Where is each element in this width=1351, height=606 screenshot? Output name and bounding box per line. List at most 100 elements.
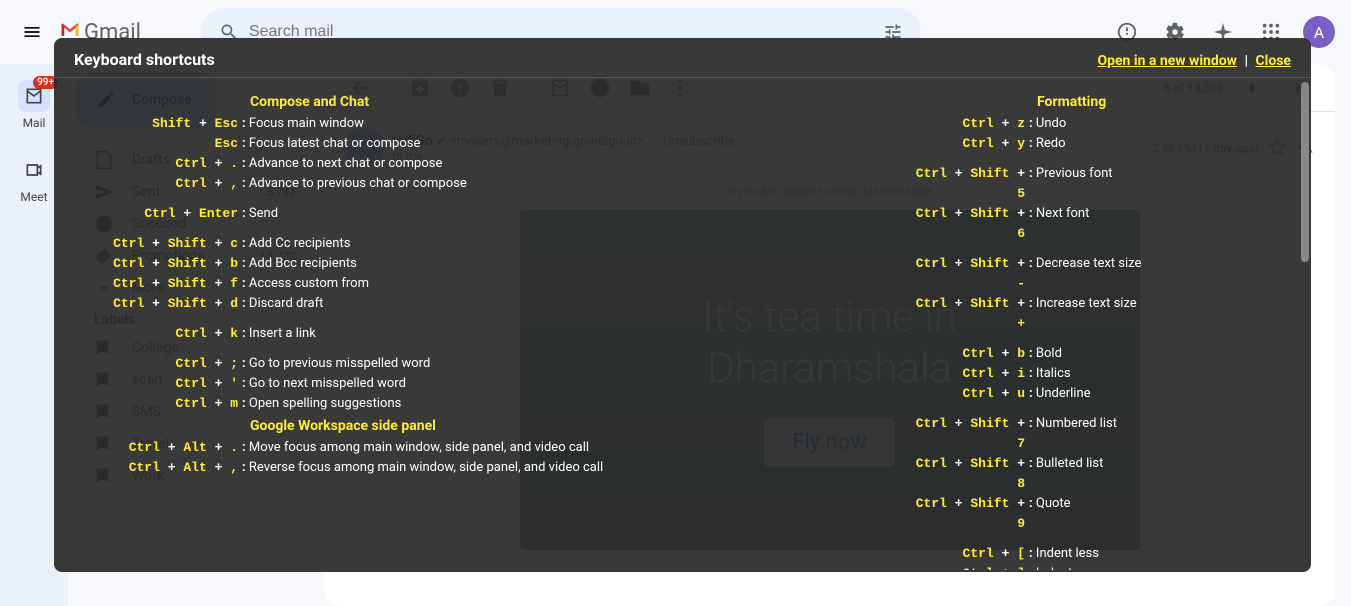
dialog-title: Keyboard shortcuts	[74, 50, 215, 69]
shortcut-row: Ctrl + .Advance to next chat or compose	[54, 154, 674, 174]
shortcut-description: Go to next misspelled word	[238, 374, 406, 394]
shortcuts-column-right: FormattingCtrl + zUndoCtrl + yRedoCtrl +…	[907, 90, 1287, 570]
shortcut-key: Ctrl + u	[907, 384, 1025, 404]
shortcut-key: Ctrl + k	[54, 324, 238, 344]
shortcut-row: EscFocus latest chat or compose	[54, 134, 674, 154]
shortcut-row: Ctrl + Alt + ,Reverse focus among main w…	[54, 458, 674, 478]
dialog-scrollbar[interactable]	[1301, 82, 1309, 262]
main-menu-button[interactable]	[8, 8, 56, 56]
shortcut-row: Ctrl + Shift + -Decrease text size	[907, 254, 1287, 294]
shortcut-row: Ctrl + uUnderline	[907, 384, 1287, 404]
shortcut-key: Ctrl + ,	[54, 174, 238, 194]
shortcut-key: Ctrl + Shift + d	[54, 294, 238, 314]
shortcut-row: Ctrl + Shift + 5Previous font	[907, 164, 1287, 204]
shortcut-description: Move focus among main window, side panel…	[238, 438, 589, 458]
shortcut-description: Bold	[1025, 344, 1062, 364]
shortcut-row: Ctrl + ]Indent more	[907, 564, 1287, 570]
keyboard-shortcuts-dialog: Keyboard shortcuts Open in a new window …	[54, 38, 1311, 572]
shortcut-row: Ctrl + Alt + .Move focus among main wind…	[54, 438, 674, 458]
shortcut-key: Ctrl + Shift + c	[54, 234, 238, 254]
shortcut-description: Increase text size	[1025, 294, 1137, 314]
shortcut-description: Send	[238, 204, 278, 224]
shortcut-row: Ctrl + iItalics	[907, 364, 1287, 384]
shortcut-key: Ctrl + ;	[54, 354, 238, 374]
shortcut-description: Bulleted list	[1025, 454, 1103, 474]
shortcut-description: Advance to previous chat or compose	[238, 174, 467, 194]
shortcut-key: Ctrl + i	[907, 364, 1025, 384]
shortcut-row: Ctrl + ,Advance to previous chat or comp…	[54, 174, 674, 194]
shortcut-key: Esc	[54, 134, 238, 154]
shortcut-key: Ctrl + [	[907, 544, 1025, 564]
shortcut-row: Ctrl + Shift + 9Quote	[907, 494, 1287, 534]
dialog-body[interactable]: Compose and Chat Shift + EscFocus main wi…	[54, 78, 1311, 570]
shortcut-description: Redo	[1025, 134, 1066, 154]
shortcut-row: Ctrl + kInsert a link	[54, 324, 674, 344]
shortcut-key: Ctrl + Shift + f	[54, 274, 238, 294]
shortcut-description: Add Cc recipients	[238, 234, 350, 254]
shortcut-description: Add Bcc recipients	[238, 254, 357, 274]
shortcut-description: Underline	[1025, 384, 1091, 404]
shortcut-description: Open spelling suggestions	[238, 394, 401, 414]
shortcut-row: Ctrl + Shift + fAccess custom from	[54, 274, 674, 294]
shortcut-key: Ctrl + Shift + 7	[907, 414, 1025, 454]
shortcut-key: Ctrl + Shift + +	[907, 294, 1025, 334]
shortcut-row: Ctrl + Shift + 7Numbered list	[907, 414, 1287, 454]
rail-meet-label: Meet	[20, 190, 47, 204]
open-new-window-link[interactable]: Open in a new window	[1097, 53, 1237, 69]
rail-mail-label: Mail	[23, 116, 46, 130]
shortcut-key: Ctrl + Shift + 8	[907, 454, 1025, 494]
shortcut-row: Ctrl + 'Go to next misspelled word	[54, 374, 674, 394]
shortcut-description: Indent more	[1025, 564, 1106, 570]
shortcut-key: Ctrl + b	[907, 344, 1025, 364]
shortcut-description: Advance to next chat or compose	[238, 154, 442, 174]
shortcut-description: Previous font	[1025, 164, 1113, 184]
shortcut-key: Ctrl + Alt + ,	[54, 458, 238, 478]
shortcut-row: Ctrl + Shift + bAdd Bcc recipients	[54, 254, 674, 274]
shortcut-description: Focus latest chat or compose	[238, 134, 420, 154]
shortcut-row: Ctrl + Shift + 8Bulleted list	[907, 454, 1287, 494]
shortcut-description: Indent less	[1025, 544, 1099, 564]
shortcuts-column-left: Compose and Chat Shift + EscFocus main wi…	[54, 90, 674, 478]
shortcut-description: Access custom from	[238, 274, 369, 294]
shortcut-row: Ctrl + Shift + +Increase text size	[907, 294, 1287, 334]
link-separator: |	[1244, 53, 1248, 69]
shortcut-row: Ctrl + mOpen spelling suggestions	[54, 394, 674, 414]
shortcut-group-title: Compose and Chat	[54, 94, 674, 110]
shortcut-key: Ctrl + ]	[907, 564, 1025, 570]
shortcut-key: Ctrl + y	[907, 134, 1025, 154]
shortcut-key: Ctrl + Shift + 6	[907, 204, 1025, 244]
shortcut-description: Go to previous misspelled word	[238, 354, 430, 374]
shortcut-description: Undo	[1025, 114, 1066, 134]
shortcut-row: Ctrl + EnterSend	[54, 204, 674, 224]
shortcut-group-title: Google Workspace side panel	[54, 418, 674, 434]
shortcut-key: Ctrl + m	[54, 394, 238, 414]
shortcut-key: Ctrl + z	[907, 114, 1025, 134]
shortcut-key: Ctrl + Shift + -	[907, 254, 1025, 294]
video-icon	[24, 160, 44, 180]
shortcut-row: Shift + EscFocus main window	[54, 114, 674, 134]
shortcut-key: Ctrl + Alt + .	[54, 438, 238, 458]
shortcut-description: Next font	[1025, 204, 1089, 224]
shortcut-key: Shift + Esc	[54, 114, 238, 134]
shortcut-description: Reverse focus among main window, side pa…	[238, 458, 603, 478]
shortcut-key: Ctrl + Shift + b	[54, 254, 238, 274]
shortcut-description: Numbered list	[1025, 414, 1117, 434]
shortcut-row: Ctrl + bBold	[907, 344, 1287, 364]
shortcut-row: Ctrl + Shift + dDiscard draft	[54, 294, 674, 314]
shortcut-description: Decrease text size	[1025, 254, 1141, 274]
hamburger-icon	[22, 22, 42, 42]
shortcut-row: Ctrl + Shift + cAdd Cc recipients	[54, 234, 674, 254]
shortcut-key: Ctrl + .	[54, 154, 238, 174]
close-dialog-link[interactable]: Close	[1255, 53, 1291, 69]
mail-icon	[24, 86, 44, 106]
shortcut-row: Ctrl + Shift + 6Next font	[907, 204, 1287, 244]
shortcut-key: Ctrl + '	[54, 374, 238, 394]
shortcut-description: Focus main window	[238, 114, 364, 134]
shortcut-row: Ctrl + yRedo	[907, 134, 1287, 154]
shortcut-key: Ctrl + Shift + 5	[907, 164, 1025, 204]
dialog-header: Keyboard shortcuts Open in a new window …	[54, 38, 1311, 78]
shortcut-description: Discard draft	[238, 294, 323, 314]
shortcut-description: Quote	[1025, 494, 1071, 514]
shortcut-group-title: Formatting	[907, 94, 1287, 110]
shortcut-description: Italics	[1025, 364, 1071, 384]
